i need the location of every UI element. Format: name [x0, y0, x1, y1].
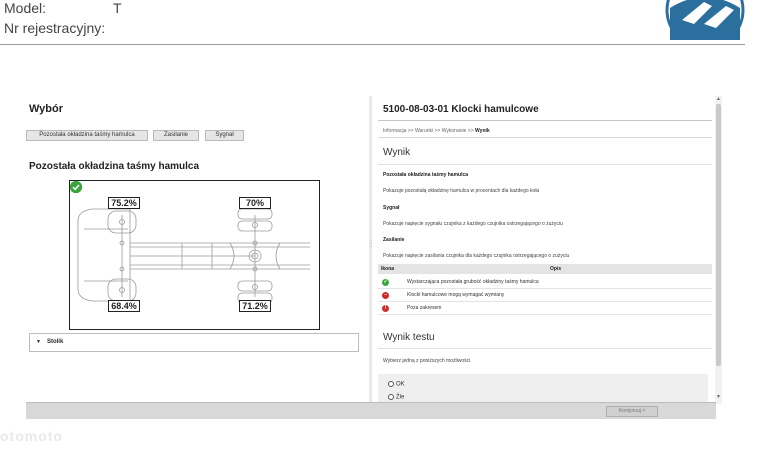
registration-label: Nr rejestracyjny: [4, 20, 106, 36]
scroll-up-icon[interactable]: ▲ [715, 96, 722, 103]
table-row: ! Poza zakresem [378, 302, 712, 315]
result-divider [378, 164, 712, 165]
section-heading-power: Zasilanie [383, 237, 405, 243]
rear-left-lining-value: 68.4% [108, 300, 140, 312]
radio-icon[interactable] [388, 394, 394, 400]
breadcrumb-divider [378, 137, 712, 138]
tab-power-supply[interactable]: Zasilanie [153, 130, 199, 141]
continue-button[interactable]: Kontynuuj > [606, 406, 658, 417]
section-heading-signal: Sygnał [383, 205, 400, 211]
section-heading-lining: Pozostała okładzina taśmy hamulca [383, 172, 469, 178]
breadcrumb-path[interactable]: Informacja >> Warunki >> Wykonanie >> [383, 128, 475, 134]
option-bad-label: Źle [396, 394, 405, 401]
minus-icon: – [382, 292, 389, 299]
expand-triangle-icon: ▼ [36, 339, 41, 345]
stolik-label: Stolik [46, 339, 64, 345]
rear-right-lining-value: 71.2% [239, 300, 271, 312]
scroll-down-icon[interactable]: ▼ [715, 394, 722, 401]
axle-diagram: 75.2% 70% 68.4% 71.2% [69, 180, 320, 330]
left-panel-title: Wybór [29, 103, 64, 115]
procedure-title: 5100-08-03-01 Klocki hamulcowe [383, 104, 539, 115]
check-icon: ✓ [382, 279, 389, 286]
test-result-heading: Wynik testu [383, 332, 435, 343]
result-heading: Wynik [383, 147, 411, 158]
table-row: ✓ Wystarczająca pozostała grubość okładz… [378, 276, 712, 289]
stolik-expander[interactable]: ▼ Stolik [29, 333, 359, 352]
bottom-action-bar: Kontynuuj > [26, 402, 716, 419]
test-result-divider [378, 348, 712, 349]
front-left-lining-value: 75.2% [108, 197, 140, 209]
option-bad-radio[interactable]: Źle [388, 394, 404, 401]
page: Model: T Nr rejestracyjny: Wybór Pozosta… [0, 0, 766, 457]
test-result-options: OK Źle [378, 374, 708, 404]
test-result-question: Wybierz jedną z poniższych możliwości [383, 358, 471, 364]
front-right-lining-value: 70% [239, 197, 271, 209]
model-label: Model: [4, 0, 47, 16]
legend-table-header: Ikona Opis [378, 264, 712, 274]
rear-right-check-icon [70, 181, 82, 193]
brand-logo-icon [665, 0, 745, 40]
option-ok-radio[interactable]: OK [388, 381, 405, 388]
row-text: Wystarczająca pozostała grubość okładzin… [407, 279, 539, 285]
table-row: – Klocki hamulcowe mogą wymagać wymiany [378, 289, 712, 302]
result-panel: 5100-08-03-01 Klocki hamulcowe Informacj… [374, 96, 715, 404]
header-divider [0, 44, 745, 45]
section-text-power: Pokazuje napięcie zasilania czujnika dla… [383, 253, 570, 259]
result-scrollbar[interactable]: ▲ ▼ [715, 96, 722, 404]
tab-signal[interactable]: Sygnał [205, 130, 244, 141]
section-text-lining: Pokazuje pozostałą okładzinę hamulca w p… [383, 188, 540, 194]
row-text: Poza zakresem [407, 305, 442, 311]
section-text-signal: Pokazuje napięcie sygnału czujnika z każ… [383, 221, 563, 227]
radio-icon[interactable] [388, 381, 394, 387]
watermark: otomoto [0, 428, 63, 444]
col-icon-header: Ikona [381, 266, 395, 272]
breadcrumb: Informacja >> Warunki >> Wykonanie >> Wy… [383, 128, 490, 134]
title-divider [378, 120, 712, 121]
model-value: T [113, 0, 122, 16]
splitter-grip-icon[interactable]: · · · [370, 238, 372, 250]
diagram-title: Pozostała okładzina taśmy hamulca [29, 161, 200, 172]
row-text: Klocki hamulcowe mogą wymagać wymiany [407, 292, 505, 298]
scrollbar-thumb[interactable] [716, 104, 721, 366]
exclamation-icon: ! [382, 305, 389, 312]
col-desc-header: Opis [550, 266, 562, 272]
tab-remaining-lining[interactable]: Pozostała okładzina taśmy hamulca [26, 130, 148, 141]
breadcrumb-current: Wynik [475, 128, 490, 134]
option-ok-label: OK [396, 381, 405, 388]
